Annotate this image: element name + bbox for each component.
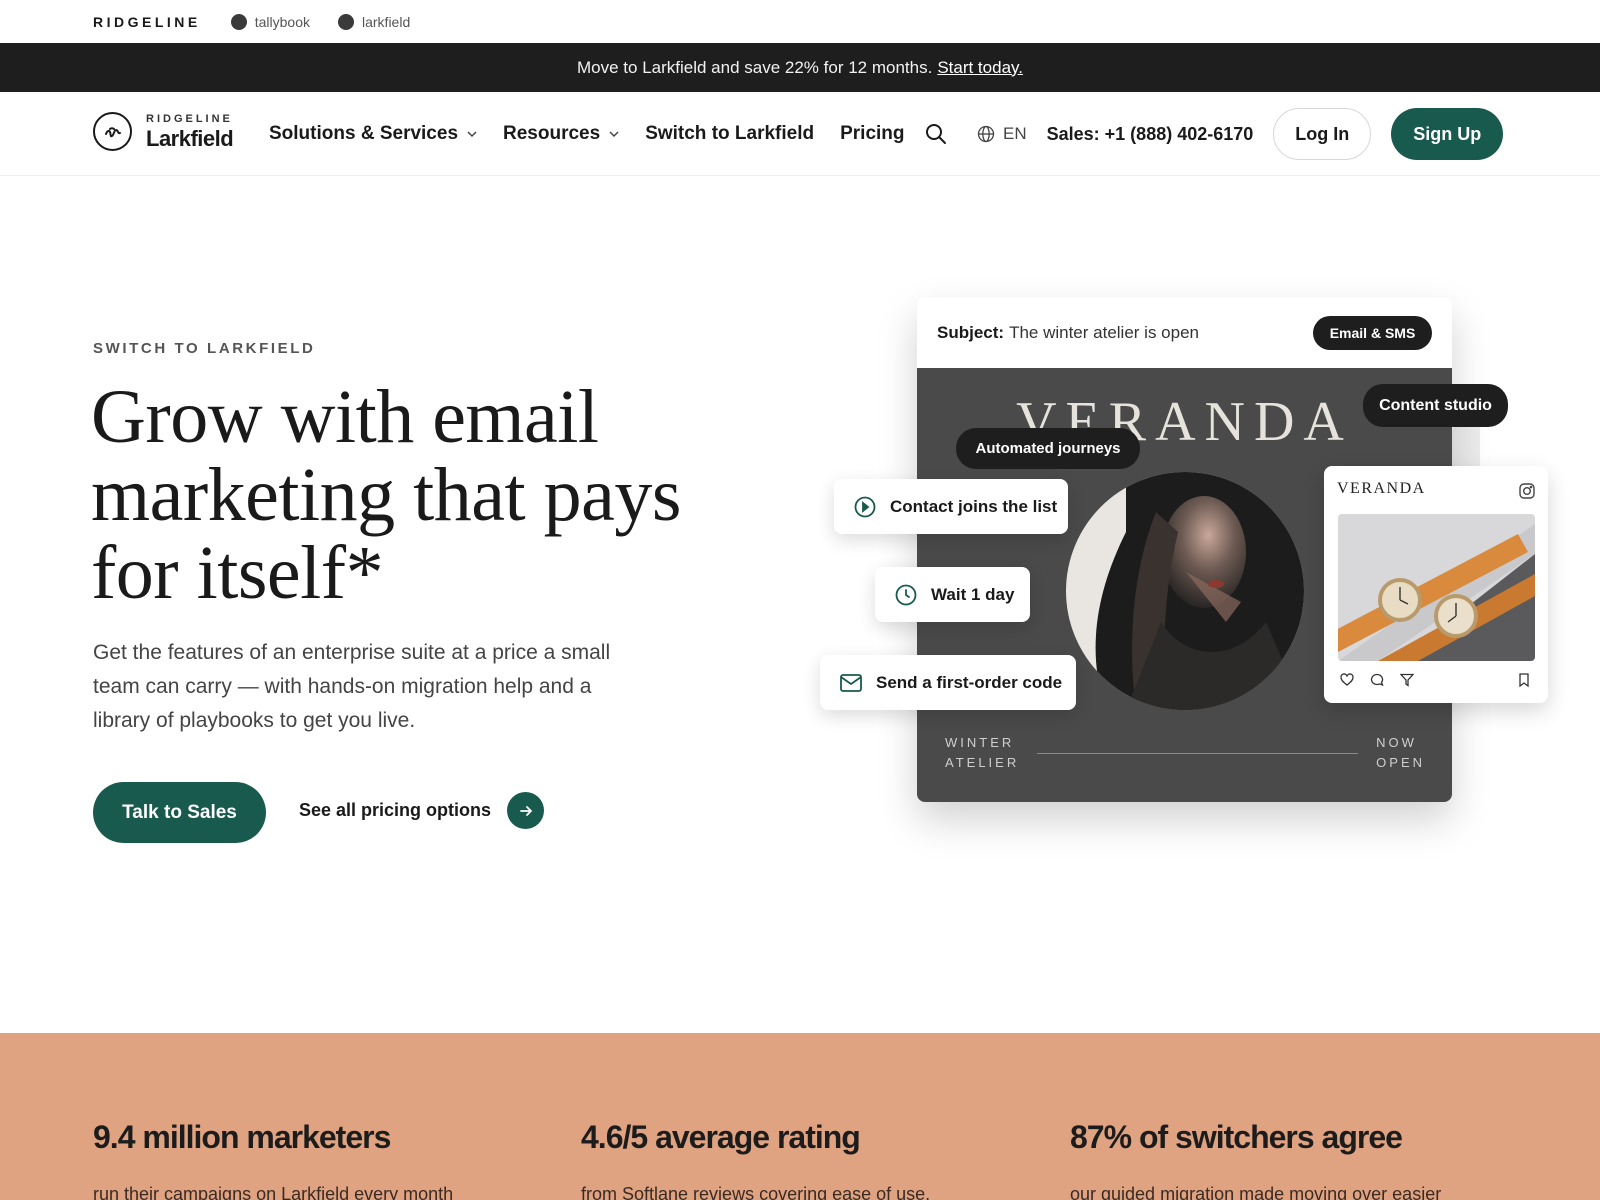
stat-marketers: 9.4 million marketers run their campaign… [93,1119,453,1200]
footer-left-line2: ATELIER [945,755,1020,770]
heart-icon[interactable] [1340,673,1354,687]
promo-text: Move to Larkfield and save 22% for 12 mo… [577,57,933,77]
nav-resources[interactable]: Resources [503,123,619,145]
promo-banner: Move to Larkfield and save 22% for 12 mo… [0,43,1600,92]
nav-switch[interactable]: Switch to Larkfield [645,123,814,145]
watch-product-image [1338,514,1535,661]
see-pricing-link[interactable]: See all pricing options [299,792,545,829]
sub-brand-label: tallybook [254,13,310,30]
nav-actions: EN Sales: +1 (888) 402-6170 Log In Sign … [925,92,1504,176]
nav-link-label: Pricing [840,123,905,144]
journey-step-trigger: Contact joins the list [834,479,1068,534]
journey-step-send: Send a first-order code [820,655,1076,710]
nav-link-label: Switch to Larkfield [645,123,815,144]
nav-link-label: Resources [503,123,601,144]
logo-product-name: Larkfield [146,125,234,151]
larkfield-logo-icon [93,112,132,151]
sales-phone-link[interactable]: Sales: +1 (888) 402-6170 [1047,124,1254,145]
stat-number: 9.4 million marketers [93,1119,391,1155]
email-sms-badge: Email & SMS [1313,316,1432,350]
play-circle-icon [854,496,876,517]
content-studio-badge: Content studio [1363,384,1508,427]
nav-solutions[interactable]: Solutions & Services [269,123,477,145]
corporate-logo[interactable]: RIDGELINE [93,14,201,30]
chevron-down-icon [467,131,477,138]
instagram-icon [1519,483,1535,499]
social-brand-name: VERANDA [1337,480,1426,497]
site-logo[interactable]: RIDGELINE Larkfield [93,112,234,151]
login-button[interactable]: Log In [1273,108,1372,160]
promo-link[interactable]: Start today. [937,58,1023,78]
subject-label: Subject: [937,322,1005,342]
arrow-right-icon [507,792,545,829]
stat-description: our guided migration made moving over ea… [1070,1184,1442,1200]
tallybook-logo-icon [230,13,247,30]
mail-icon [840,673,862,692]
step-label: Contact joins the list [890,496,1058,516]
brand-strip: RIDGELINE tallybook larkfield [0,0,1600,43]
stat-description: run their campaigns on Larkfield every m… [93,1184,454,1200]
subject-text: The winter atelier is open [1009,322,1199,342]
email-footer: WINTER ATELIER NOW OPEN [945,733,1425,773]
stat-number: 4.6/5 average rating [581,1119,861,1155]
language-code: EN [1003,124,1027,143]
talk-to-sales-button[interactable]: Talk to Sales [93,782,266,843]
sub-brand-label: larkfield [362,13,411,30]
hero-headline: Grow with email marketing that pays for … [91,375,681,615]
bookmark-icon[interactable] [1518,673,1530,687]
step-label: Send a first-order code [876,672,1063,692]
stats-band: 9.4 million marketers run their campaign… [0,1033,1600,1200]
stat-rating: 4.6/5 average rating from Softlane revie… [581,1119,930,1200]
nav-link-label: Solutions & Services [269,123,459,144]
footer-right-line2: OPEN [1376,755,1425,770]
journey-step-wait: Wait 1 day [875,567,1030,622]
share-icon[interactable] [1400,673,1414,687]
portrait-image [1066,472,1304,710]
footer-right-line1: NOW [1376,735,1417,750]
comment-icon[interactable] [1370,673,1384,687]
clock-icon [895,584,917,605]
social-actions [1340,673,1532,689]
footer-left-line1: WINTER [945,735,1015,750]
globe-icon [977,125,995,143]
sub-brand-tallybook[interactable]: tallybook [230,13,310,30]
logo-parent-name: RIDGELINE [146,112,233,125]
stat-description: from Softlane reviews covering ease of u… [581,1184,931,1200]
hero-eyebrow: SWITCH TO LARKFIELD [93,340,316,357]
step-label: Wait 1 day [931,584,1015,604]
hero-lede: Get the features of an enterprise suite … [93,641,611,732]
nav-pricing[interactable]: Pricing [840,123,904,145]
main-nav: RIDGELINE Larkfield Solutions & Services… [0,92,1600,176]
signup-button[interactable]: Sign Up [1391,108,1504,160]
nav-links: Solutions & Services Resources Switch to… [269,92,931,176]
larkfield-logo-icon [338,13,354,30]
language-selector[interactable]: EN [977,124,1027,144]
search-icon[interactable] [925,123,947,145]
stat-number: 87% of switchers agree [1070,1119,1403,1155]
stat-switchers: 87% of switchers agree our guided migrat… [1070,1119,1441,1200]
footer-divider [1037,752,1359,754]
sub-brand-larkfield[interactable]: larkfield [338,13,411,30]
chevron-down-icon [609,131,619,138]
automated-journeys-badge: Automated journeys [956,428,1140,469]
see-pricing-label: See all pricing options [299,800,492,820]
social-post-card: VERANDA [1324,466,1548,703]
